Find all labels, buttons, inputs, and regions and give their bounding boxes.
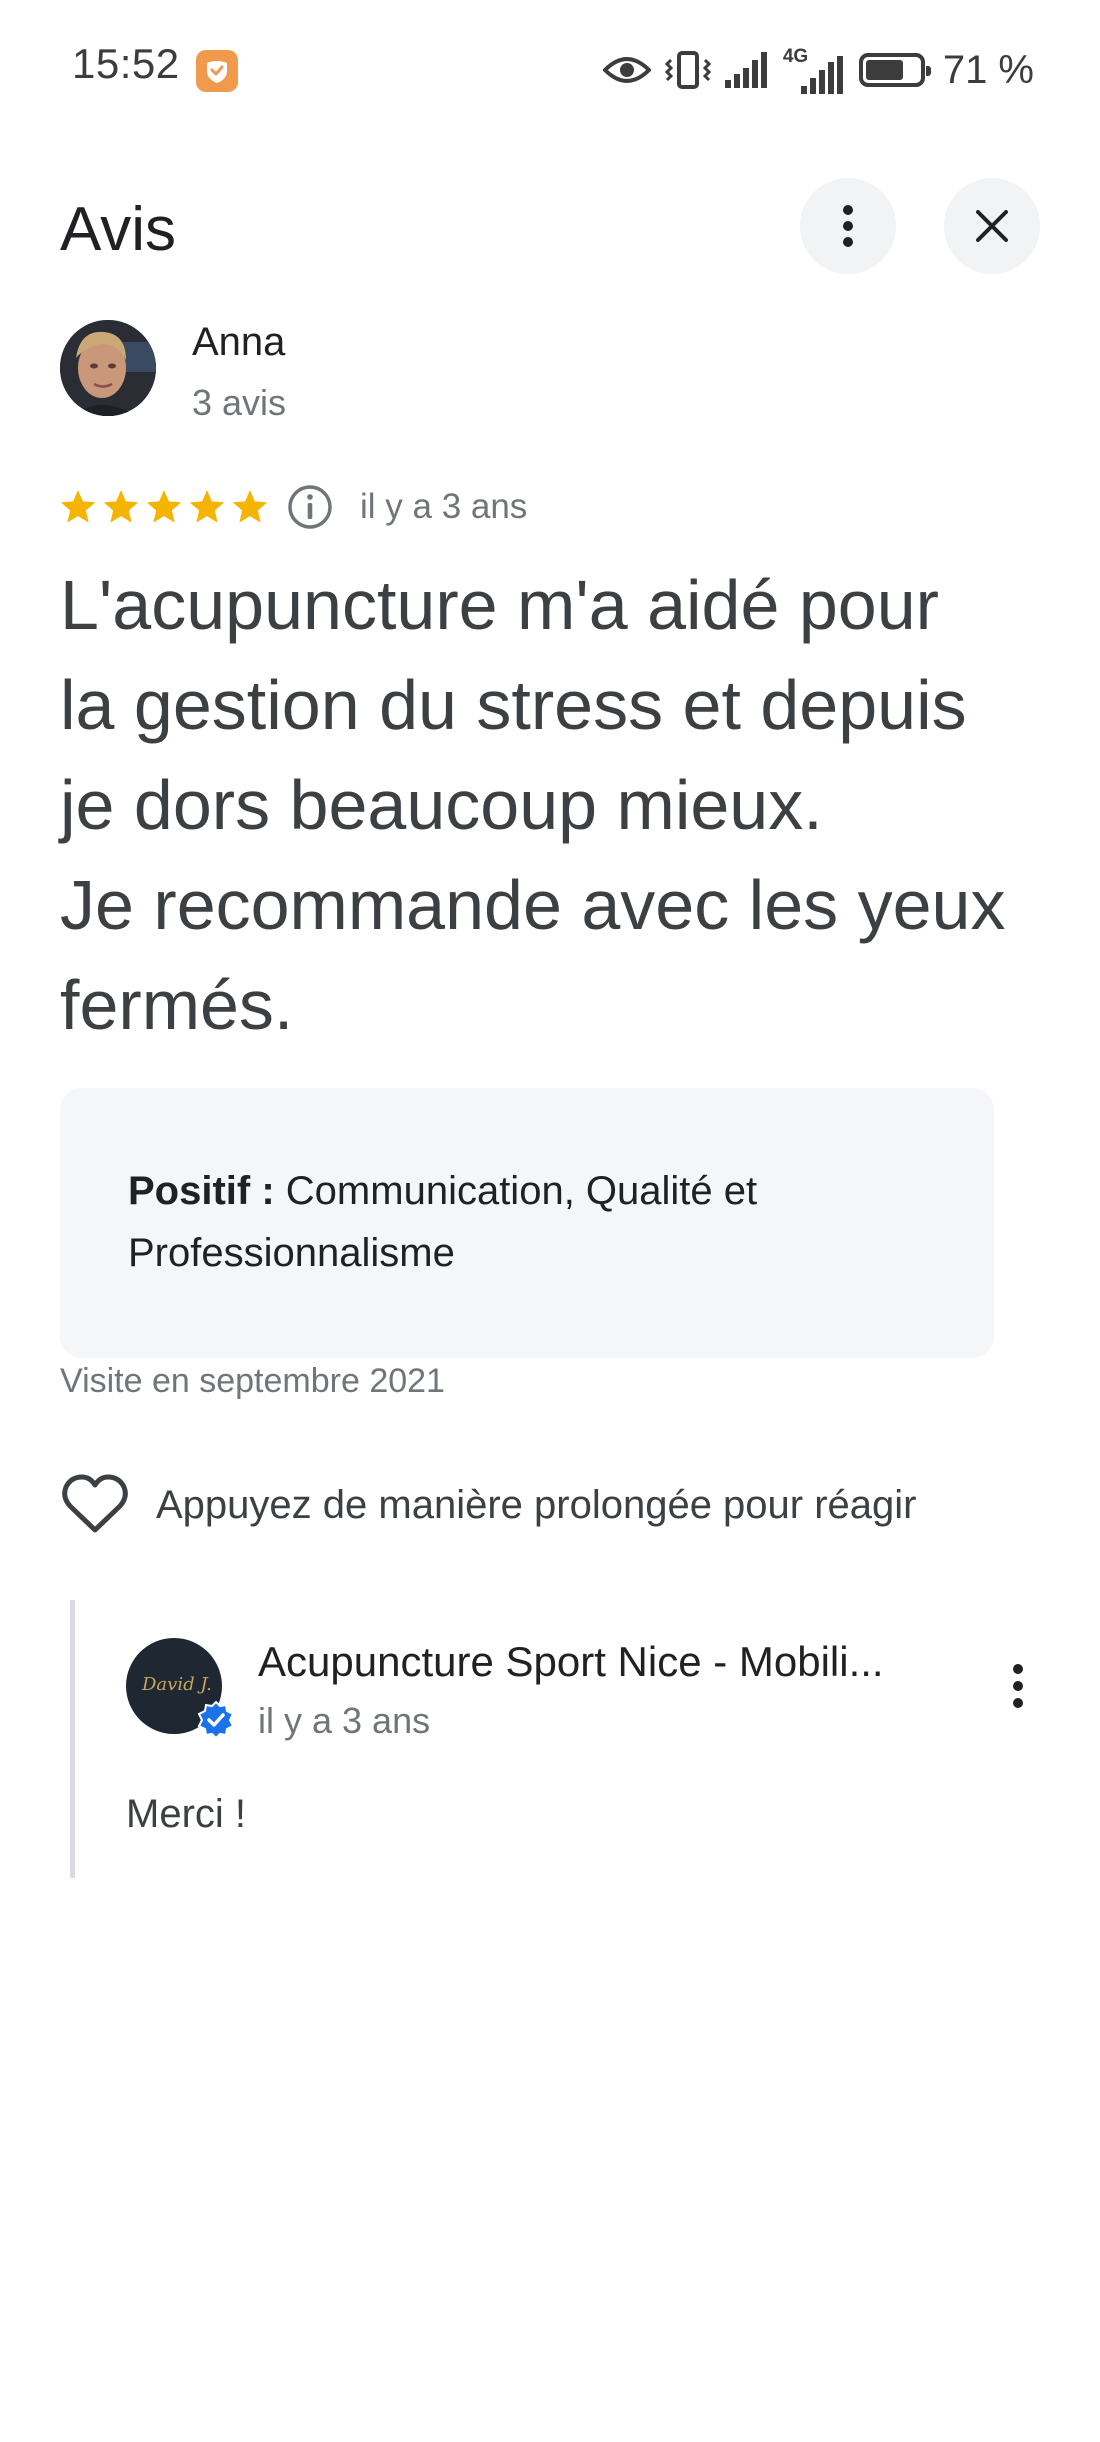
positive-attributes-box: Positif : Communication, Qualité et Prof… xyxy=(60,1088,994,1358)
close-icon xyxy=(976,210,1008,242)
vibrate-icon xyxy=(664,51,711,89)
close-button[interactable] xyxy=(944,178,1040,274)
heart-outline-icon xyxy=(62,1474,128,1533)
positive-attributes: Positif : Communication, Qualité et Prof… xyxy=(128,1160,948,1284)
more-vert-icon xyxy=(843,205,853,247)
review-date: il y a 3 ans xyxy=(360,487,528,526)
app-notification-icon xyxy=(196,50,238,92)
owner-name[interactable]: Acupuncture Sport Nice - Mobili... xyxy=(258,1638,948,1686)
react-button[interactable]: Appuyez de manière prolongée pour réagir xyxy=(60,1470,917,1540)
positive-label: Positif : xyxy=(128,1169,275,1213)
more-options-button[interactable] xyxy=(800,178,896,274)
star-icon xyxy=(103,490,139,523)
owner-reply-date: il y a 3 ans xyxy=(258,1700,431,1741)
react-label: Appuyez de manière prolongée pour réagir xyxy=(156,1482,917,1527)
signal-4g-icon: 4G xyxy=(783,46,845,94)
status-icons: 4G 71 % xyxy=(602,46,1034,94)
star-icon xyxy=(60,490,96,523)
more-vert-icon xyxy=(1013,1664,1023,1708)
star-icon xyxy=(232,490,268,523)
signal-icon xyxy=(724,52,767,88)
review-detail-screen: 15:52 4G 71 % Avis Anna 3 avis il y a 3 … xyxy=(0,0,1100,2442)
review-text: L'acupuncture m'a aidé pour la gestion d… xyxy=(60,566,1006,1044)
battery-level xyxy=(865,60,903,80)
rating-row: il y a 3 ans xyxy=(58,482,527,532)
battery-icon xyxy=(858,53,931,87)
star-rating xyxy=(58,487,270,527)
status-bar: 15:52 4G 71 % xyxy=(0,0,1100,140)
reviewer-review-count: 3 avis xyxy=(192,382,287,423)
owner-reply-text: Merci ! xyxy=(126,1792,246,1836)
reviewer-name[interactable]: Anna xyxy=(192,320,285,365)
battery-percent: 71 % xyxy=(942,47,1034,92)
reviewer-avatar[interactable] xyxy=(60,320,156,416)
star-icon xyxy=(146,490,182,523)
info-icon[interactable] xyxy=(286,483,334,531)
page-title: Avis xyxy=(60,195,177,264)
eye-icon xyxy=(602,57,651,83)
owner-reply-more-button[interactable] xyxy=(994,1654,1042,1718)
visit-date: Visite en septembre 2021 xyxy=(60,1362,445,1400)
reply-divider xyxy=(70,1600,75,1878)
status-time: 15:52 xyxy=(72,40,180,87)
verified-badge-icon xyxy=(197,1700,235,1740)
star-icon xyxy=(189,490,225,523)
